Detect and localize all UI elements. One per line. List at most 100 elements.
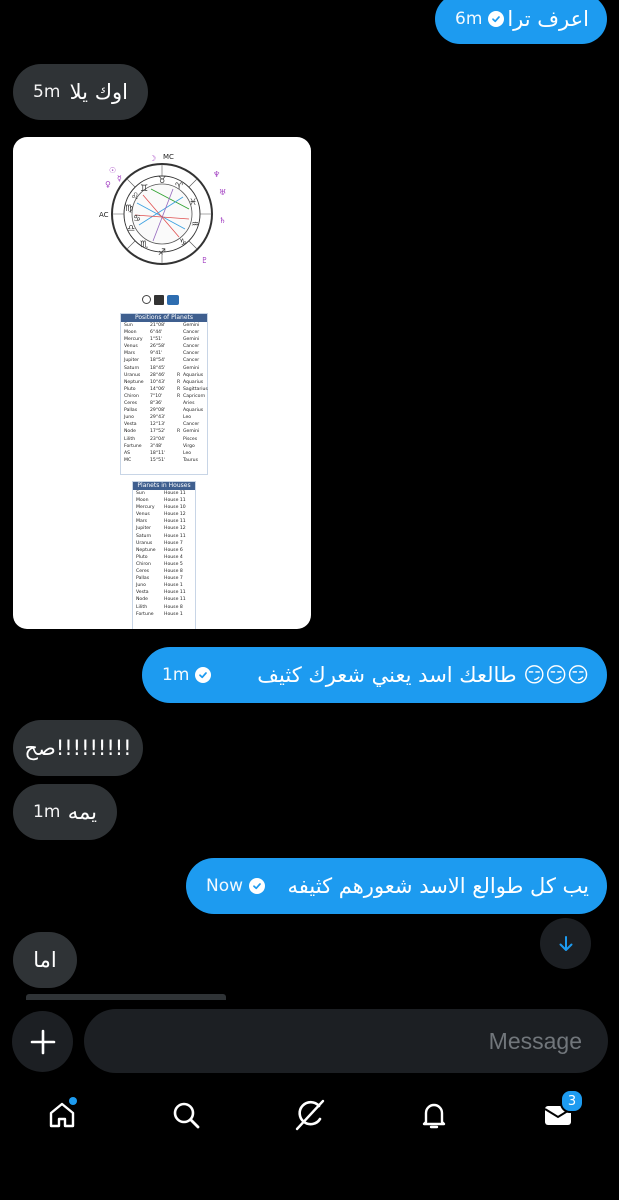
nav-search[interactable]: [166, 1095, 206, 1135]
houses-cell: House 12: [164, 512, 186, 518]
positions-cell: Mercury: [124, 337, 143, 343]
positions-cell: Leo: [183, 415, 192, 421]
scroll-to-bottom-button[interactable]: [540, 918, 591, 969]
message-time: Now: [206, 876, 244, 896]
save-icon[interactable]: [154, 295, 164, 305]
houses-row: Node House 11: [133, 596, 195, 603]
houses-cell: House 7: [164, 540, 183, 546]
message-text: يب كل طوالع الاسد شعورهم كثيفه: [287, 874, 589, 898]
houses-row: Neptune House 6: [133, 547, 195, 554]
houses-row: Pallas House 7: [133, 575, 195, 582]
nav-home[interactable]: [42, 1095, 82, 1135]
message-incoming-1[interactable]: اوك يلا 5m: [13, 64, 148, 120]
positions-cell: Sagittarius: [183, 386, 208, 392]
svg-text:♒: ♒: [191, 220, 199, 230]
positions-cell: Juno: [124, 415, 134, 421]
svg-text:♊: ♊: [140, 184, 148, 194]
positions-cell: Aquarius: [183, 379, 204, 385]
houses-row: Venus House 12: [133, 511, 195, 518]
positions-cell: Neptune: [124, 379, 144, 385]
positions-cell: 6°44': [150, 330, 163, 336]
positions-cell: Ceres: [124, 401, 138, 407]
houses-cell: House 7: [164, 576, 183, 582]
check-icon: [195, 667, 212, 683]
arrow-down-icon: [559, 935, 572, 951]
positions-cell: 12°13': [150, 422, 166, 428]
nav-grok[interactable]: [290, 1095, 330, 1135]
positions-cell: 14°06': [150, 386, 166, 392]
positions-table: Positions of Planets Sun 21°08' Gemini Moon…: [120, 313, 208, 475]
positions-cell: 21°08': [150, 323, 166, 328]
houses-cell: House 11: [164, 533, 186, 539]
positions-cell: Virgo: [183, 443, 195, 449]
houses-cell: Venus: [136, 512, 150, 518]
positions-cell: 15°51': [150, 457, 166, 463]
message-outgoing-3[interactable]: يب كل طوالع الاسد شعورهم كثيفه Now: [186, 858, 607, 914]
positions-title: Positions of Planets: [121, 314, 207, 322]
message-incoming-3[interactable]: يمه 1m: [13, 784, 117, 840]
positions-row: AS 18°11' Leo: [121, 450, 207, 457]
positions-cell: Aquarius: [183, 408, 204, 414]
message-text: اعرف ترا: [507, 7, 589, 31]
positions-cell: Lilith: [124, 436, 136, 442]
houses-cell: Juno: [136, 583, 146, 589]
message-text: اما: [33, 948, 57, 972]
positions-row: Saturn 18°45' Gemini: [121, 365, 207, 372]
positions-row: Mercury 1°51' Gemini: [121, 336, 207, 343]
houses-cell: Pallas: [136, 576, 150, 582]
svg-text:♄: ♄: [219, 216, 226, 225]
houses-cell: Sun: [136, 491, 145, 496]
houses-cell: House 8: [164, 604, 183, 610]
svg-text:MC: MC: [163, 153, 174, 161]
positions-cell: Gemini: [183, 429, 200, 435]
positions-cell: R: [177, 429, 181, 435]
zoom-icon[interactable]: [142, 295, 151, 304]
nav-notifications[interactable]: [414, 1095, 454, 1135]
message-input[interactable]: [84, 1026, 584, 1056]
positions-cell: 7°10': [150, 393, 163, 399]
houses-cell: House 1: [164, 611, 183, 617]
positions-row: Venus 26°58' Cancer: [121, 343, 207, 350]
svg-text:♋: ♋: [133, 214, 141, 224]
check-icon: [488, 11, 505, 27]
positions-row: Lilith 23°04' Pisces: [121, 436, 207, 443]
svg-text:☿: ☿: [117, 174, 122, 183]
message-incoming-2[interactable]: صح!!!!!!!!!: [13, 720, 143, 776]
svg-text:☽: ☽: [149, 154, 156, 163]
positions-cell: 29°43': [150, 415, 166, 421]
houses-row: Juno House 1: [133, 582, 195, 589]
positions-cell: 18°45': [150, 365, 166, 371]
shared-image-birth-chart[interactable]: ♊ ♉ ♈ ♓ ♒ ♑ ♐ ♏ ♎ ♍ ♌ ♋ ☉ ☿ ♀ ♆ ♅ ♄ ♇ ☽ AC MC Positio…: [13, 137, 311, 629]
add-attachment-button[interactable]: [12, 1011, 73, 1072]
svg-text:♆: ♆: [213, 170, 220, 179]
message-outgoing-2[interactable]: طالعك اسد يعني شعرك كثيف 😏😏😏 1m: [142, 647, 607, 703]
positions-cell: Cancer: [183, 422, 200, 428]
svg-text:♈: ♈: [175, 182, 184, 192]
positions-cell: R: [177, 379, 181, 385]
positions-cell: Cancer: [183, 358, 200, 364]
print-icon[interactable]: [167, 295, 179, 305]
positions-row: Node 17°52' R Gemini: [121, 428, 207, 435]
svg-text:♇: ♇: [201, 256, 208, 265]
nav-messages[interactable]: 3: [538, 1089, 584, 1135]
positions-cell: R: [177, 372, 181, 378]
positions-row: Pluto 14°06' R Sagittarius: [121, 386, 208, 393]
positions-row: Pallas 29°08' Aquarius: [121, 407, 207, 414]
messages-badge: 3: [560, 1089, 584, 1113]
svg-text:♓: ♓: [189, 198, 197, 208]
svg-text:♅: ♅: [219, 188, 226, 197]
houses-cell: House 8: [164, 569, 183, 575]
houses-row: Pluto House 4: [133, 554, 195, 561]
message-outgoing-1[interactable]: اعرف ترا 6m: [435, 0, 607, 44]
positions-cell: Aquarius: [183, 372, 204, 378]
message-incoming-4[interactable]: اما: [13, 932, 77, 988]
positions-cell: Pisces: [183, 436, 198, 442]
houses-cell: House 6: [164, 547, 183, 553]
positions-cell: Uranus: [124, 372, 141, 378]
message-text: طالعك اسد يعني شعرك كثيف 😏😏😏: [257, 663, 589, 687]
positions-cell: Vesta: [124, 422, 137, 428]
houses-cell: Neptune: [136, 547, 156, 553]
houses-cell: House 1: [164, 583, 183, 589]
positions-row: Chiron 7°10' R Capricorn: [121, 393, 207, 400]
positions-row: Sun 21°08' Gemini: [121, 322, 207, 329]
